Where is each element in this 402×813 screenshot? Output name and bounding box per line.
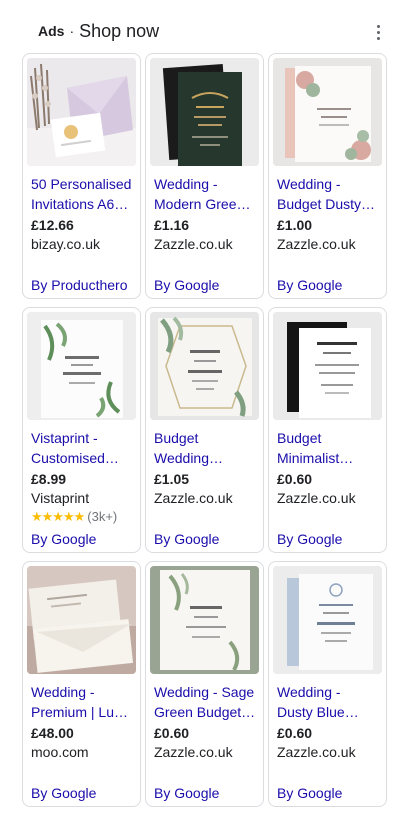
merchant-name: Zazzle.co.uk <box>154 236 233 252</box>
merchant-name: Zazzle.co.uk <box>154 490 233 506</box>
product-rating: ★★★★★ (3k+) <box>31 509 117 525</box>
merchant-name: Zazzle.co.uk <box>277 490 356 506</box>
product-image <box>27 312 136 420</box>
ad-byline[interactable]: By Google <box>277 276 342 294</box>
merchant-name: Vistaprint <box>31 490 90 506</box>
ad-byline[interactable]: By Google <box>31 530 96 548</box>
product-image <box>27 566 136 674</box>
product-card[interactable]: 50 Personalised Invitations A6… £12.66 b… <box>22 53 141 299</box>
product-title[interactable]: Wedding - Budget Dusty… <box>277 174 379 214</box>
merchant-name: moo.com <box>31 744 89 760</box>
product-image <box>150 566 259 674</box>
ad-byline[interactable]: By Google <box>154 276 219 294</box>
product-title[interactable]: 50 Personalised Invitations A6… <box>31 174 133 214</box>
product-image <box>273 58 382 166</box>
section-title: Shop now <box>79 20 160 41</box>
product-card[interactable]: Budget Wedding… £1.05 Zazzle.co.uk By Go… <box>145 307 264 553</box>
product-grid: 50 Personalised Invitations A6… £12.66 b… <box>22 53 388 807</box>
merchant-name: Zazzle.co.uk <box>277 236 356 252</box>
product-title[interactable]: Vistaprint - Customised… <box>31 428 133 468</box>
more-vert-icon[interactable] <box>368 22 388 42</box>
ad-byline[interactable]: By Google <box>277 784 342 802</box>
product-image <box>273 312 382 420</box>
product-card[interactable]: Wedding - Modern Gree… £1.16 Zazzle.co.u… <box>145 53 264 299</box>
product-card[interactable]: Wedding - Dusty Blue… £0.60 Zazzle.co.uk… <box>268 561 387 807</box>
product-price: £1.00 <box>277 217 313 233</box>
product-title[interactable]: Wedding - Modern Gree… <box>154 174 256 214</box>
product-image <box>273 566 382 674</box>
product-price: £1.16 <box>154 217 190 233</box>
star-rating-icon: ★★★★★ <box>31 509 85 524</box>
product-price: £0.60 <box>277 725 313 741</box>
ad-byline[interactable]: By Google <box>31 784 96 802</box>
ads-header: Ads · Shop now <box>38 18 159 44</box>
ad-byline[interactable]: By Google <box>154 784 219 802</box>
product-price: £48.00 <box>31 725 74 741</box>
product-title[interactable]: Wedding - Premium | Lu… <box>31 682 133 722</box>
product-card[interactable]: Budget Minimalist… £0.60 Zazzle.co.uk By… <box>268 307 387 553</box>
product-price: £1.05 <box>154 471 190 487</box>
product-card[interactable]: Wedding - Sage Green Budget… £0.60 Zazzl… <box>145 561 264 807</box>
merchant-name: bizay.co.uk <box>31 236 100 252</box>
header-separator: · <box>69 23 75 39</box>
product-image <box>150 312 259 420</box>
merchant-name: Zazzle.co.uk <box>154 744 233 760</box>
product-price: £8.99 <box>31 471 67 487</box>
ads-label: Ads <box>38 23 65 39</box>
ad-byline[interactable]: By Google <box>154 530 219 548</box>
product-price: £0.60 <box>277 471 313 487</box>
ad-byline[interactable]: By Google <box>277 530 342 548</box>
product-card[interactable]: Wedding - Premium | Lu… £48.00 moo.com B… <box>22 561 141 807</box>
product-price: £12.66 <box>31 217 74 233</box>
product-card[interactable]: Vistaprint - Customised… £8.99 Vistaprin… <box>22 307 141 553</box>
product-title[interactable]: Wedding - Sage Green Budget… <box>154 682 256 722</box>
merchant-name: Zazzle.co.uk <box>277 744 356 760</box>
product-price: £0.60 <box>154 725 190 741</box>
product-image <box>27 58 136 166</box>
product-title[interactable]: Wedding - Dusty Blue… <box>277 682 379 722</box>
product-title[interactable]: Budget Minimalist… <box>277 428 379 468</box>
product-title[interactable]: Budget Wedding… <box>154 428 256 468</box>
product-image <box>150 58 259 166</box>
ad-byline[interactable]: By Producthero <box>31 276 128 294</box>
rating-count: (3k+) <box>87 509 118 524</box>
product-card[interactable]: Wedding - Budget Dusty… £1.00 Zazzle.co.… <box>268 53 387 299</box>
